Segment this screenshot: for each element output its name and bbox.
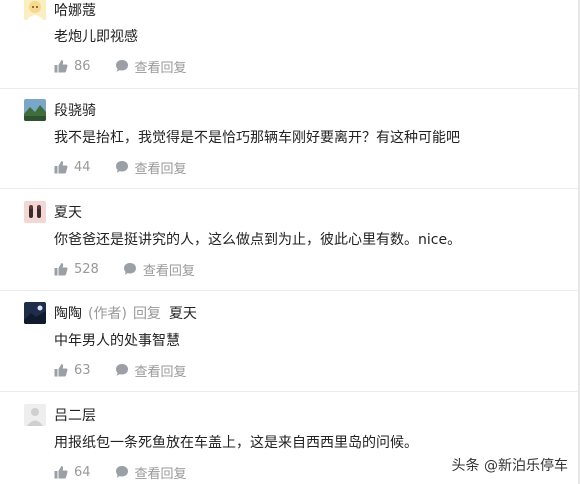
- divider: [0, 88, 580, 89]
- comment-actions: 44 查看回复: [54, 158, 187, 177]
- like-count: 528: [74, 261, 99, 277]
- username[interactable]: 夏天: [54, 204, 82, 222]
- comment-text: 中年男人的处事智慧: [54, 333, 180, 349]
- username: 陶陶 (作者) 回复 夏天: [54, 305, 197, 323]
- comment-text: 用报纸包一条死鱼放在车盖上，这是来自西西里岛的问候。: [54, 435, 418, 451]
- thumbs-up-icon[interactable]: [54, 160, 68, 174]
- username[interactable]: 哈娜蔻: [54, 2, 96, 20]
- like-count: 44: [74, 159, 91, 175]
- source-watermark: 头条 @新泊乐停车: [451, 458, 568, 474]
- like-count: 63: [74, 362, 91, 378]
- reply-word: 回复: [132, 306, 161, 322]
- username[interactable]: 段骁骑: [54, 102, 96, 120]
- avatar-image: [24, 404, 46, 426]
- view-replies-link[interactable]: 查看回复: [135, 361, 187, 380]
- avatar[interactable]: [24, 99, 46, 121]
- thumbs-up-icon[interactable]: [54, 465, 68, 479]
- view-replies-link[interactable]: 查看回复: [135, 158, 187, 177]
- thumbs-up-icon[interactable]: [54, 363, 68, 377]
- divider: [0, 391, 580, 392]
- comment-bubble-icon[interactable]: [123, 262, 137, 276]
- like-count: 86: [74, 58, 91, 74]
- avatar[interactable]: [24, 302, 46, 324]
- comment-bubble-icon[interactable]: [115, 363, 129, 377]
- thumbs-up-icon[interactable]: [54, 262, 68, 276]
- view-replies-link[interactable]: 查看回复: [143, 260, 195, 279]
- thumbs-up-icon[interactable]: [54, 59, 68, 73]
- avatar[interactable]: [24, 404, 46, 426]
- avatar-image: [24, 99, 46, 121]
- comment-bubble-icon[interactable]: [115, 59, 129, 73]
- comment-actions: 86 查看回复: [54, 57, 187, 76]
- avatar-image: [24, 0, 46, 20]
- comment-text: 我不是抬杠，我觉得是不是恰巧那辆车刚好要离开？有这种可能吧: [54, 130, 460, 146]
- username-link[interactable]: 陶陶: [54, 306, 82, 322]
- comment-bubble-icon[interactable]: [115, 465, 129, 479]
- comment-text: 你爸爸还是挺讲究的人，这么做点到为止，彼此心里有数。nice。: [54, 232, 462, 248]
- divider: [0, 290, 580, 291]
- like-count: 64: [74, 464, 91, 480]
- view-replies-link[interactable]: 查看回复: [135, 463, 187, 482]
- comment-actions: 528 查看回复: [54, 260, 195, 279]
- author-tag: (作者): [88, 306, 127, 322]
- divider: [0, 188, 580, 189]
- comment-bubble-icon[interactable]: [115, 160, 129, 174]
- reply-target-username[interactable]: 夏天: [169, 306, 197, 322]
- avatar[interactable]: [24, 201, 46, 223]
- comment-text: 老炮儿即视感: [54, 29, 138, 45]
- comment-actions: 63 查看回复: [54, 361, 187, 380]
- avatar-image: [24, 201, 46, 223]
- comment-actions: 64 查看回复: [54, 463, 187, 482]
- avatar[interactable]: [24, 0, 46, 20]
- avatar-image: [24, 302, 46, 324]
- view-replies-link[interactable]: 查看回复: [135, 57, 187, 76]
- username[interactable]: 吕二层: [54, 407, 96, 425]
